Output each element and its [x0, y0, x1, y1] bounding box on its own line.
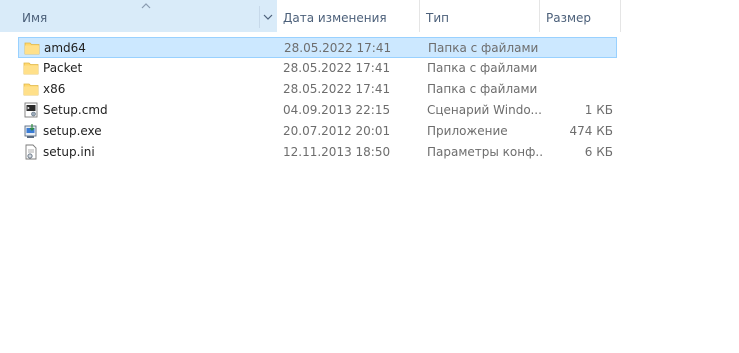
file-row-amd64[interactable]: amd64 28.05.2022 17:41 Папка с файлами	[18, 37, 617, 58]
file-name: setup.ini	[43, 145, 95, 159]
file-name: x86	[43, 82, 66, 96]
file-date: 28.05.2022 17:41	[284, 41, 392, 55]
column-header-type-label: Тип	[426, 11, 449, 25]
file-type: Сценарий Windo...	[427, 103, 542, 117]
file-type: Папка с файлами	[427, 61, 538, 75]
column-header-size-label: Размер	[546, 11, 592, 25]
file-date: 20.07.2012 20:01	[283, 124, 391, 138]
file-row-setup-cmd[interactable]: Setup.cmd 04.09.2013 22:15 Сценарий Wind…	[18, 100, 617, 121]
column-header-size[interactable]: Размер	[540, 0, 621, 32]
folder-icon	[24, 40, 41, 57]
file-type: Приложение	[427, 124, 508, 138]
column-divider	[259, 6, 260, 28]
column-header-name[interactable]: Имя	[0, 0, 277, 32]
file-date: 28.05.2022 17:41	[283, 82, 391, 96]
folder-icon	[23, 81, 40, 98]
chevron-up-icon	[140, 2, 152, 10]
file-row-packet[interactable]: Packet 28.05.2022 17:41 Папка с файлами	[18, 58, 617, 79]
file-size	[528, 58, 613, 79]
file-type: Параметры конф...	[427, 145, 542, 159]
file-name: setup.exe	[43, 124, 102, 138]
file-name: Setup.cmd	[43, 103, 108, 117]
installer-icon	[23, 123, 40, 140]
settings-file-icon	[23, 144, 40, 161]
file-size: 1 КБ	[584, 103, 613, 117]
file-size	[529, 38, 614, 59]
file-row-x86[interactable]: x86 28.05.2022 17:41 Папка с файлами	[18, 79, 617, 100]
file-name: Packet	[43, 61, 83, 75]
column-header-date-label: Дата изменения	[283, 11, 387, 25]
chevron-down-icon[interactable]	[263, 13, 273, 21]
file-row-setup-ini[interactable]: setup.ini 12.11.2013 18:50 Параметры кон…	[18, 142, 617, 163]
folder-icon	[23, 60, 40, 77]
file-date: 04.09.2013 22:15	[283, 103, 391, 117]
file-row-setup-exe[interactable]: setup.exe 20.07.2012 20:01 Приложение 47…	[18, 121, 617, 142]
file-explorer-list: Имя Дата изменения Тип Размер amd64 28.0…	[0, 0, 739, 353]
file-type: Папка с файлами	[427, 82, 538, 96]
file-date: 12.11.2013 18:50	[283, 145, 391, 159]
file-name: amd64	[44, 41, 86, 55]
file-size: 6 КБ	[584, 145, 613, 159]
script-file-icon	[23, 102, 40, 119]
file-type: Папка с файлами	[428, 41, 539, 55]
column-header-name-label: Имя	[22, 11, 48, 25]
column-header-bar: Имя Дата изменения Тип Размер	[0, 0, 739, 32]
file-date: 28.05.2022 17:41	[283, 61, 391, 75]
column-header-type[interactable]: Тип	[420, 0, 540, 32]
column-header-date[interactable]: Дата изменения	[277, 0, 420, 32]
file-size	[528, 79, 613, 100]
file-size: 474 КБ	[569, 124, 613, 138]
